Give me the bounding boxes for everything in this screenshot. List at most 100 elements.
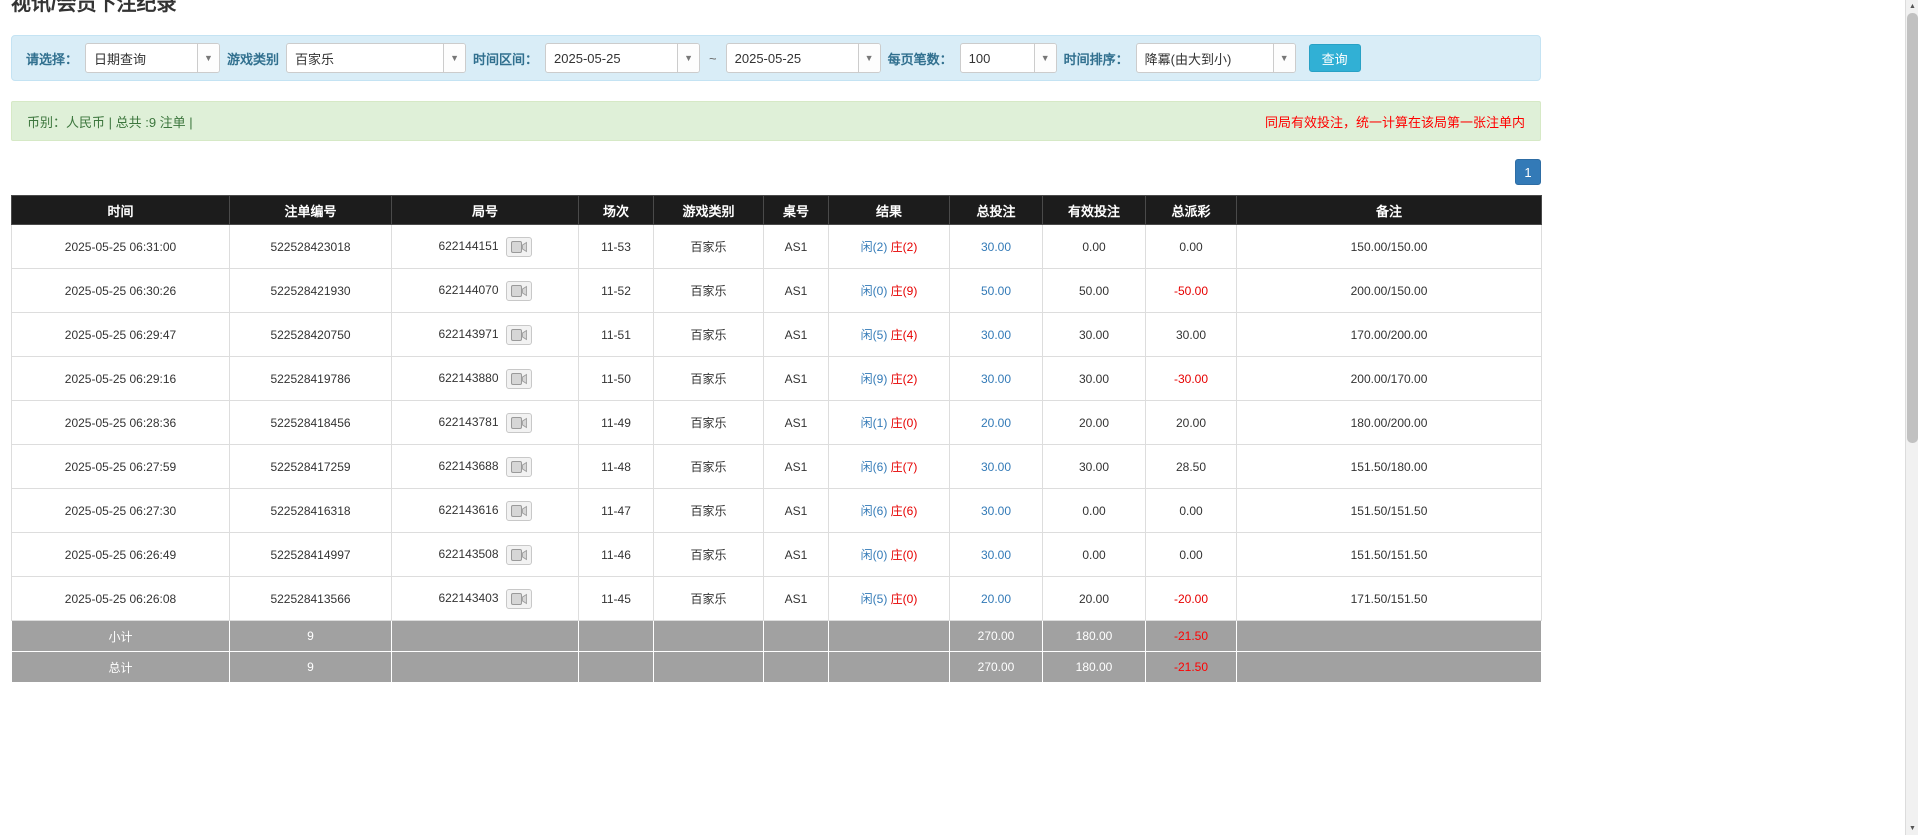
cell-time: 2025-05-25 06:27:59 [12,445,230,489]
total-bet-link[interactable]: 20.00 [981,592,1011,606]
filter-bar: 请选择： 日期查询 ▼ 游戏类别 百家乐 ▼ 时间区间： 2025-05-25 … [11,35,1541,81]
video-replay-icon[interactable] [506,369,532,389]
cell-game-type: 百家乐 [654,445,764,489]
bet-records-table: 时间注单编号局号场次游戏类别桌号结果总投注有效投注总派彩备注 2025-05-2… [11,195,1542,683]
total-bet-link[interactable]: 30.00 [981,372,1011,386]
cell-time: 2025-05-25 06:29:47 [12,313,230,357]
cell-total-bet: 30.00 [950,357,1043,401]
footer-cell [654,621,764,652]
total-bet-link[interactable]: 20.00 [981,416,1011,430]
scroll-up-arrow-icon[interactable]: ▲ [1906,0,1918,13]
column-header: 备注 [1237,196,1542,225]
total-bet-link[interactable]: 30.00 [981,504,1011,518]
cell-result: 闲(6) 庄(7) [829,445,950,489]
cell-result: 闲(5) 庄(4) [829,313,950,357]
page: 视讯/会员下注纪录 请选择： 日期查询 ▼ 游戏类别 百家乐 ▼ 时间区间： 2… [0,0,1552,683]
video-replay-icon[interactable] [506,545,532,565]
cell-session: 11-46 [579,533,654,577]
total-bet-link[interactable]: 30.00 [981,240,1011,254]
vertical-scrollbar[interactable]: ▲ ▼ [1905,0,1918,835]
table-row: 2025-05-25 06:29:16522528419786622143880… [12,357,1542,401]
cell-session: 11-50 [579,357,654,401]
cell-table-number: AS1 [764,269,829,313]
video-replay-icon[interactable] [506,237,532,257]
date-range-separator: ~ [707,51,719,66]
cell-session: 11-53 [579,225,654,269]
game-type-dropdown[interactable]: 百家乐 ▼ [286,43,466,73]
result-player: 闲(9) [861,372,888,386]
video-replay-icon[interactable] [506,457,532,477]
chevron-down-icon[interactable]: ▼ [677,44,699,72]
cell-result: 闲(2) 庄(2) [829,225,950,269]
cell-round-number: 622143616 [392,489,579,533]
chevron-down-icon[interactable]: ▼ [1034,44,1056,72]
cell-total-bet: 30.00 [950,533,1043,577]
result-player: 闲(5) [861,592,888,606]
scroll-down-arrow-icon[interactable]: ▼ [1906,822,1918,835]
column-header: 注单编号 [230,196,392,225]
footer-cell: 270.00 [950,621,1043,652]
total-bet-link[interactable]: 30.00 [981,548,1011,562]
cell-game-type: 百家乐 [654,401,764,445]
result-banker: 庄(2) [891,372,918,386]
cell-table-number: AS1 [764,225,829,269]
footer-cell [579,652,654,683]
cell-total-bet: 30.00 [950,445,1043,489]
pagination-page-1[interactable]: 1 [1515,159,1541,185]
time-sort-dropdown[interactable]: 降冪(由大到小) ▼ [1136,43,1296,73]
result-player: 闲(2) [861,240,888,254]
total-bet-link[interactable]: 30.00 [981,460,1011,474]
column-header: 桌号 [764,196,829,225]
scrollbar-thumb[interactable] [1907,13,1918,443]
video-replay-icon[interactable] [506,281,532,301]
query-type-dropdown[interactable]: 日期查询 ▼ [85,43,220,73]
cell-game-type: 百家乐 [654,577,764,621]
footer-cell [764,652,829,683]
footer-cell: 270.00 [950,652,1043,683]
total-bet-link[interactable]: 50.00 [981,284,1011,298]
footer-cell [654,652,764,683]
chevron-down-icon[interactable]: ▼ [197,44,219,72]
chevron-down-icon[interactable]: ▼ [1273,44,1295,72]
total-bet-link[interactable]: 30.00 [981,328,1011,342]
date-from-value: 2025-05-25 [546,51,677,66]
cell-valid-bet: 50.00 [1043,269,1146,313]
cell-time: 2025-05-25 06:28:36 [12,401,230,445]
video-replay-icon[interactable] [506,589,532,609]
table-row: 2025-05-25 06:31:00522528423018622144151… [12,225,1542,269]
valid-bet-notice: 同局有效投注，统一计算在该局第一张注单内 [1265,112,1525,131]
date-to-dropdown[interactable]: 2025-05-25 ▼ [726,43,881,73]
footer-cell [579,621,654,652]
footer-cell [1237,652,1542,683]
cell-game-type: 百家乐 [654,533,764,577]
cell-round-number: 622144151 [392,225,579,269]
footer-label: 总计 [12,652,230,683]
column-header: 游戏类别 [654,196,764,225]
video-replay-icon[interactable] [506,413,532,433]
cell-bet-number: 522528417259 [230,445,392,489]
chevron-down-icon[interactable]: ▼ [858,44,880,72]
video-replay-icon[interactable] [506,325,532,345]
cell-total-bet: 20.00 [950,401,1043,445]
per-page-label: 每页笔数： [888,49,953,68]
cell-round-number: 622143508 [392,533,579,577]
footer-cell: 180.00 [1043,621,1146,652]
result-player: 闲(6) [861,460,888,474]
date-from-dropdown[interactable]: 2025-05-25 ▼ [545,43,700,73]
cell-valid-bet: 0.00 [1043,489,1146,533]
cell-bet-number: 522528413566 [230,577,392,621]
per-page-dropdown[interactable]: 100 ▼ [960,43,1057,73]
search-button[interactable]: 查询 [1309,44,1361,72]
cell-round-number: 622143403 [392,577,579,621]
table-header-row: 时间注单编号局号场次游戏类别桌号结果总投注有效投注总派彩备注 [12,196,1542,225]
video-replay-icon[interactable] [506,501,532,521]
round-number: 622143508 [438,547,498,561]
cell-payout: -20.00 [1146,577,1237,621]
round-number: 622143616 [438,503,498,517]
footer-cell [829,652,950,683]
cell-valid-bet: 0.00 [1043,225,1146,269]
round-number: 622143880 [438,371,498,385]
cell-table-number: AS1 [764,401,829,445]
cell-round-number: 622143971 [392,313,579,357]
chevron-down-icon[interactable]: ▼ [443,44,465,72]
